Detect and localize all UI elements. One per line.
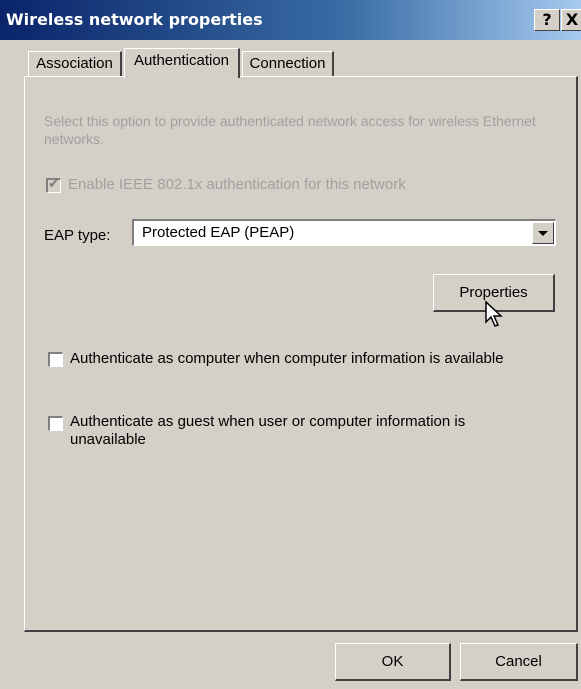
cancel-button[interactable]: Cancel	[460, 643, 578, 681]
enable-8021x-checkbox[interactable]: ✔	[46, 176, 61, 193]
checkmark-icon: ✔	[48, 176, 60, 192]
mouse-cursor-icon	[485, 300, 503, 327]
chevron-down-icon[interactable]	[532, 222, 554, 244]
window-title: Wireless network properties	[6, 10, 263, 29]
tab-association[interactable]: Association	[28, 51, 122, 77]
tab-authentication[interactable]: Authentication	[124, 48, 240, 78]
auth-computer-label: Authenticate as computer when computer i…	[70, 350, 504, 367]
auth-guest-checkbox[interactable]	[48, 416, 63, 431]
enable-8021x-label: Enable IEEE 802.1x authentication for th…	[68, 176, 406, 193]
dialog-window: Wireless network properties ? X Associat…	[0, 0, 581, 689]
tab-connection[interactable]: Connection	[242, 51, 334, 77]
title-bar[interactable]: Wireless network properties ? X	[0, 0, 581, 40]
eap-type-label: EAP type:	[44, 227, 111, 244]
eap-type-value: Protected EAP (PEAP)	[142, 224, 295, 241]
auth-guest-label: Authenticate as guest when user or compu…	[70, 413, 466, 448]
ok-button[interactable]: OK	[335, 643, 451, 681]
auth-computer-checkbox[interactable]	[48, 352, 63, 367]
help-button[interactable]: ?	[534, 9, 560, 31]
close-button[interactable]: X	[561, 9, 581, 31]
eap-type-select[interactable]: Protected EAP (PEAP)	[132, 219, 556, 246]
auth-description: Select this option to provide authentica…	[44, 113, 536, 147]
